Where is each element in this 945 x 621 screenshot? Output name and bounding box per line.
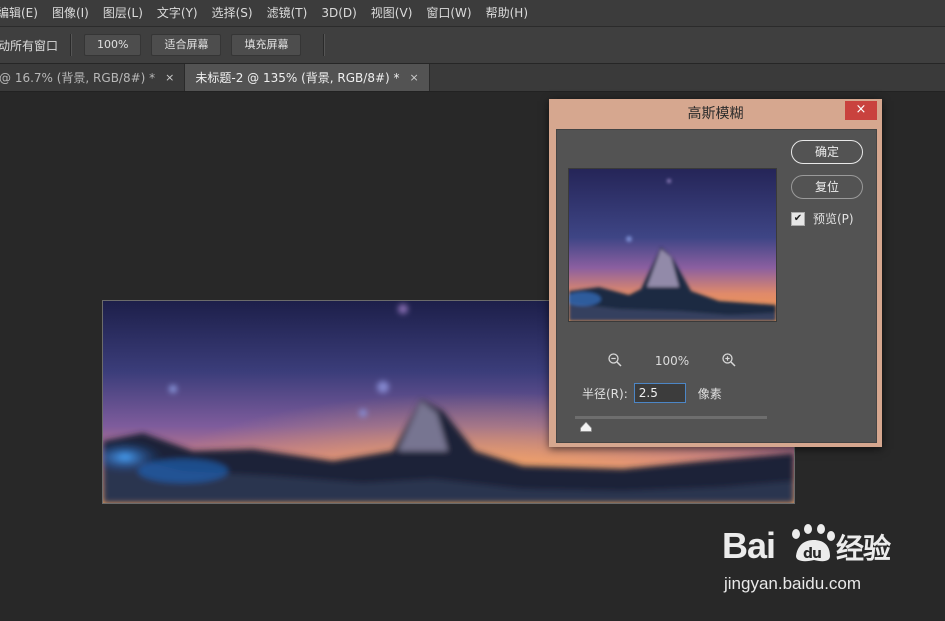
svg-text:Bai: Bai xyxy=(722,525,775,566)
svg-text:du: du xyxy=(803,546,821,562)
tab-label: 未标题-2 @ 135% (背景, RGB/8#) * xyxy=(195,71,400,85)
tab-close-icon[interactable]: × xyxy=(165,71,174,84)
preview-zoom-controls: 100% xyxy=(607,352,737,370)
radius-input[interactable] xyxy=(633,383,686,403)
preview-mountain-photo xyxy=(569,169,776,321)
svg-text:经验: 经验 xyxy=(836,532,891,565)
document-tab-2[interactable]: 未标题-2 @ 135% (背景, RGB/8#) * × xyxy=(185,64,430,91)
menu-layer[interactable]: 图层(L) xyxy=(96,0,150,26)
preview-zoom-level: 100% xyxy=(654,354,690,368)
options-bar: 动所有窗口 100% 适合屏幕 填充屏幕 xyxy=(0,27,945,64)
menu-view[interactable]: 视图(V) xyxy=(364,0,420,26)
watermark-logo: Bai du 经验 xyxy=(722,518,902,580)
zoom-in-icon[interactable] xyxy=(721,352,737,371)
preview-option[interactable]: ✔ 预览(P) xyxy=(791,210,854,227)
watermark-url: jingyan.baidu.com xyxy=(724,574,862,593)
radius-slider-track[interactable] xyxy=(575,416,767,419)
options-divider xyxy=(323,34,326,56)
radius-slider-thumb[interactable] xyxy=(580,421,592,435)
options-divider xyxy=(70,34,73,56)
menu-bar: 编辑(E) 图像(I) 图层(L) 文字(Y) 选择(S) 滤镜(T) 3D(D… xyxy=(0,0,945,27)
radius-label: 半径(R): xyxy=(582,386,628,401)
zoom-out-icon[interactable] xyxy=(607,352,623,371)
document-tab-1[interactable]: @ 16.7% (背景, RGB/8#) * × xyxy=(0,64,186,91)
scroll-all-windows-option[interactable]: 动所有窗口 xyxy=(0,37,58,54)
dialog-title[interactable]: 高斯模糊 xyxy=(549,99,882,129)
tab-label: @ 16.7% (背景, RGB/8#) * xyxy=(0,71,156,85)
menu-3d[interactable]: 3D(D) xyxy=(314,0,363,26)
radius-control: 半径(R): 像素 xyxy=(582,383,722,403)
preview-checkbox[interactable]: ✔ xyxy=(791,211,805,226)
fit-screen-button[interactable]: 适合屏幕 xyxy=(151,34,222,56)
menu-edit[interactable]: 编辑(E) xyxy=(0,0,45,26)
ok-button[interactable]: 确定 xyxy=(791,140,863,164)
menu-window[interactable]: 窗口(W) xyxy=(419,0,478,26)
menu-image[interactable]: 图像(I) xyxy=(45,0,96,26)
tab-close-icon[interactable]: × xyxy=(410,71,419,84)
menu-help[interactable]: 帮助(H) xyxy=(479,0,535,26)
menu-type[interactable]: 文字(Y) xyxy=(150,0,205,26)
zoom-100-button[interactable]: 100% xyxy=(84,34,142,56)
fill-screen-button[interactable]: 填充屏幕 xyxy=(231,34,302,56)
baidu-jingyan-watermark: Bai du 经验 jingyan.baidu.com xyxy=(722,518,902,608)
baidu-paw-logo: Bai du 经验 xyxy=(722,524,892,566)
dialog-close-button[interactable]: × xyxy=(845,101,877,120)
gaussian-blur-dialog: 高斯模糊 × 确定 复位 ✔ 预览(P) 100% 半径(R): 2.5 像素 xyxy=(549,99,882,447)
document-tab-bar: @ 16.7% (背景, RGB/8#) * × 未标题-2 @ 135% (背… xyxy=(0,64,945,92)
menu-select[interactable]: 选择(S) xyxy=(205,0,260,26)
dialog-body: 确定 复位 ✔ 预览(P) 100% 半径(R): 像素 xyxy=(556,129,877,443)
preview-label: 预览(P) xyxy=(813,212,854,226)
radius-unit: 像素 xyxy=(697,386,722,401)
reset-button[interactable]: 复位 xyxy=(791,175,863,199)
menu-filter[interactable]: 滤镜(T) xyxy=(260,0,315,26)
filter-preview-image[interactable] xyxy=(568,168,777,322)
